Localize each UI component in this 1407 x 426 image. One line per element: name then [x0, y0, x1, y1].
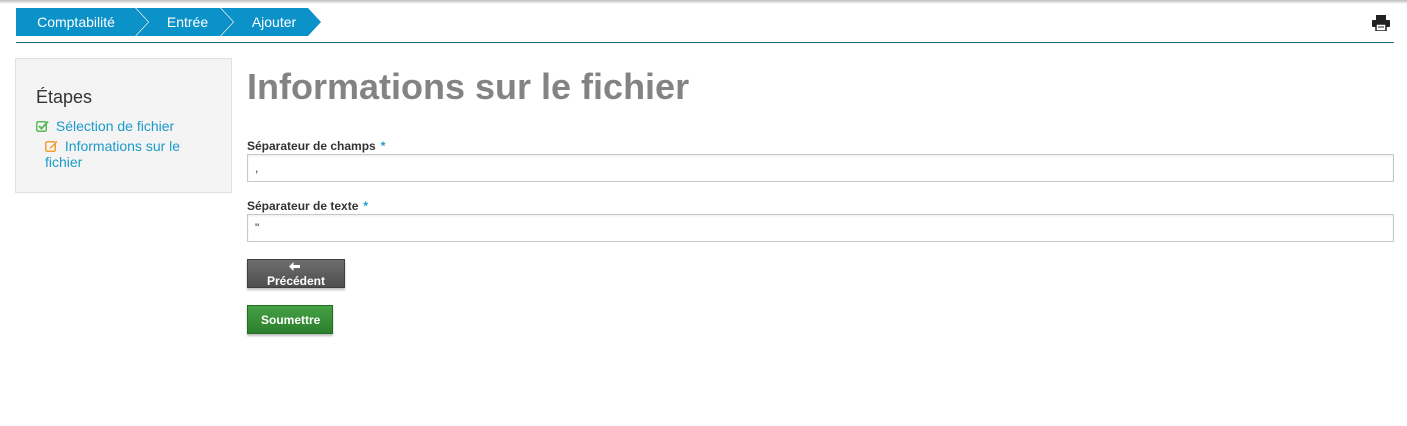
field-label-text: Séparateur de texte — [247, 199, 359, 213]
required-mark: * — [380, 139, 386, 153]
breadcrumb-item-comptabilite[interactable]: Comptabilité — [16, 8, 148, 36]
step-label: Sélection de fichier — [55, 118, 175, 134]
field-separator-input[interactable] — [247, 154, 1394, 182]
breadcrumb-item-entree[interactable]: Entrée — [136, 8, 233, 36]
breadcrumb-item-ajouter[interactable]: Ajouter — [221, 8, 321, 36]
step-file-information[interactable]: Informations sur le fichier — [45, 138, 215, 170]
previous-button[interactable]: Précédent — [247, 259, 345, 288]
breadcrumb: Comptabilité Entrée Ajouter — [16, 8, 309, 36]
steps-panel: Étapes Sélection de fichier Informations… — [15, 58, 232, 193]
text-separator-label: Séparateur de texte * — [247, 199, 368, 213]
page-title: Informations sur le fichier — [247, 66, 690, 107]
header-divider — [16, 42, 1394, 43]
check-square-icon — [36, 118, 56, 134]
top-shadow — [0, 0, 1407, 4]
submit-button[interactable]: Soumettre — [247, 305, 333, 334]
text-separator-input[interactable] — [247, 214, 1394, 242]
breadcrumb-label: Comptabilité — [37, 14, 115, 30]
step-label: Informations sur le fichier — [45, 138, 181, 170]
submit-button-label: Soumettre — [261, 312, 321, 327]
previous-button-label: Précédent — [266, 274, 326, 288]
breadcrumb-label: Ajouter — [251, 14, 297, 30]
arrow-left-icon — [289, 260, 303, 274]
required-mark: * — [363, 199, 369, 213]
breadcrumb-label: Entrée — [166, 14, 209, 30]
print-icon[interactable] — [1372, 15, 1390, 32]
field-label-text: Séparateur de champs — [247, 139, 376, 153]
field-separator-label: Séparateur de champs * — [247, 139, 385, 153]
steps-title: Étapes — [36, 87, 93, 107]
edit-icon — [45, 138, 65, 154]
step-file-selection[interactable]: Sélection de fichier — [36, 118, 174, 134]
